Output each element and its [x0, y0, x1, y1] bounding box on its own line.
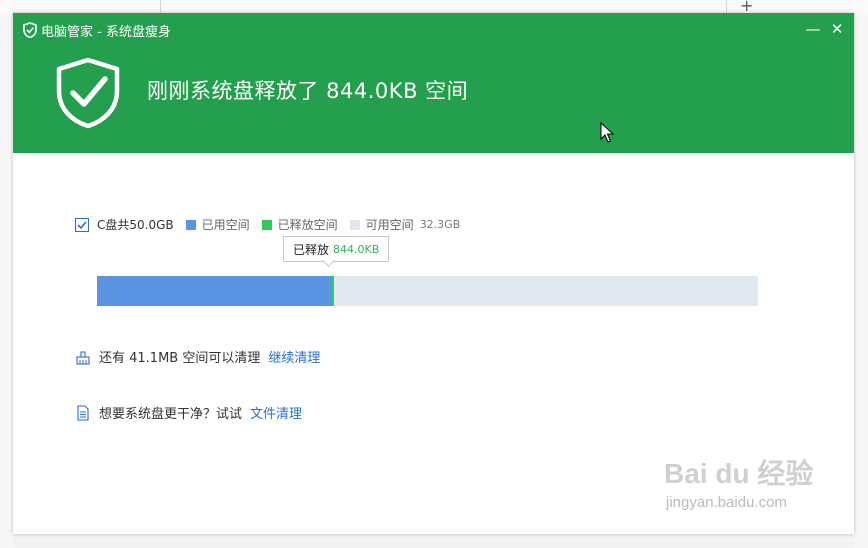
watermark-url: jingyan.baidu.com [666, 494, 787, 511]
result-header: 电脑管家 - 系统盘瘦身 — ✕ 刚刚系统盘释放了 844.0KB 空间 [13, 13, 854, 153]
baidu-watermark: Bai du 经验 jingyan.baidu.com [664, 452, 844, 522]
used-segment [97, 276, 331, 306]
legend-used: 已用空间 [185, 216, 250, 233]
legend-free-value: 32.3GB [419, 218, 461, 231]
result-headline: 刚刚系统盘释放了 844.0KB 空间 [147, 79, 469, 103]
used-swatch [185, 219, 196, 230]
legend-used-label: 已用空间 [201, 218, 250, 232]
disk-usage-bar [97, 276, 758, 306]
free-swatch [349, 219, 360, 230]
legend-free: 可用空间 32.3GB [349, 216, 461, 233]
suggest-text: 想要系统盘更干净？试试 [99, 407, 243, 422]
background-divider [160, 0, 161, 14]
background-left-strip [0, 14, 13, 548]
broom-icon [76, 350, 90, 365]
minimize-button[interactable]: — [803, 19, 823, 39]
app-logo-icon [23, 22, 37, 38]
freed-swatch [261, 219, 272, 230]
title-bar: 电脑管家 - 系统盘瘦身 [23, 21, 171, 40]
remaining-row: 还有 41.1MB 空间可以清理 继续清理 [75, 347, 320, 366]
document-icon [77, 404, 89, 421]
freed-segment [331, 276, 334, 306]
mouse-cursor-icon [600, 122, 614, 143]
tooltip-label: 已释放 [293, 242, 330, 257]
remaining-text: 还有 41.1MB 空间可以清理 [99, 351, 261, 366]
legend-freed-label: 已释放空间 [277, 218, 338, 232]
continue-clean-link[interactable]: 继续清理 [268, 347, 320, 366]
tooltip-value: 844.0KB [333, 242, 380, 256]
checkbox-checked-icon[interactable] [75, 217, 89, 232]
legend-free-label: 可用空间 [365, 218, 414, 232]
background-divider [726, 0, 727, 14]
close-button[interactable]: ✕ [827, 19, 847, 39]
watermark-logo: Bai du 经验 [664, 458, 814, 489]
disk-legend: C盘共50.0GB 已用空间 已释放空间 可用空间 32.3GB [75, 216, 472, 233]
freed-tooltip: 已释放 844.0KB [283, 236, 390, 262]
legend-freed: 已释放空间 [261, 216, 338, 233]
background-right-strip [855, 14, 868, 548]
window-title: 电脑管家 - 系统盘瘦身 [41, 24, 171, 40]
shield-check-icon [56, 57, 120, 129]
suggest-row: 想要系统盘更干净？试试 文件清理 [75, 403, 302, 422]
disk-total-label: C盘共50.0GB [97, 218, 174, 232]
file-clean-link[interactable]: 文件清理 [250, 403, 302, 422]
